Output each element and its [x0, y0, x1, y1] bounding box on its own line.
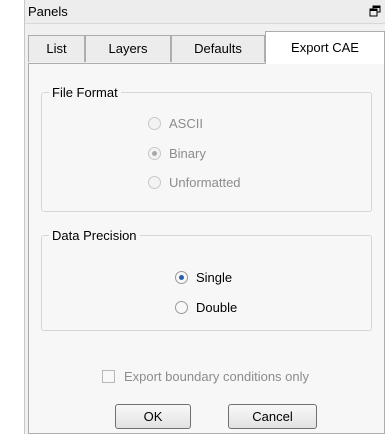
- file-format-group: File Format ASCII Binary Unformatted: [41, 85, 372, 212]
- export-boundary-checkbox-row[interactable]: Export boundary conditions only: [102, 367, 309, 385]
- radio-single-indicator[interactable]: [175, 270, 188, 284]
- tab-layers[interactable]: Layers: [85, 35, 171, 62]
- panels-window: Panels List Layers Defaults Export CAE F…: [24, 0, 385, 434]
- restore-window-icon[interactable]: [369, 5, 381, 17]
- radio-double-label: Double: [196, 299, 238, 315]
- data-precision-group: Data Precision Single Double: [41, 228, 372, 331]
- radio-double-indicator[interactable]: [175, 300, 188, 314]
- data-precision-legend: Data Precision: [52, 228, 137, 243]
- radio-ascii-indicator[interactable]: [148, 116, 161, 130]
- radio-single[interactable]: Single: [175, 268, 232, 286]
- cancel-button[interactable]: Cancel: [228, 404, 317, 429]
- radio-binary[interactable]: Binary: [148, 144, 206, 162]
- radio-unformatted-indicator[interactable]: [148, 175, 161, 189]
- export-boundary-checkbox[interactable]: [102, 369, 115, 383]
- tab-defaults[interactable]: Defaults: [171, 35, 265, 62]
- radio-binary-label: Binary: [169, 145, 206, 161]
- radio-double[interactable]: Double: [175, 298, 237, 316]
- radio-ascii-label: ASCII: [169, 115, 203, 131]
- tab-bar: List Layers Defaults Export CAE: [28, 31, 385, 64]
- radio-single-label: Single: [196, 269, 233, 285]
- radio-ascii[interactable]: ASCII: [148, 114, 203, 132]
- file-format-legend: File Format: [52, 85, 118, 100]
- export-cae-page: File Format ASCII Binary Unformatted Dat…: [28, 63, 385, 434]
- left-margin-strip: [0, 0, 24, 434]
- radio-unformatted[interactable]: Unformatted: [148, 173, 241, 191]
- radio-binary-indicator[interactable]: [148, 146, 161, 160]
- tab-export-cae[interactable]: Export CAE: [265, 31, 385, 64]
- ok-button[interactable]: OK: [115, 404, 191, 429]
- panel-titlebar: Panels: [25, 0, 385, 24]
- panel-title: Panels: [28, 4, 68, 19]
- tab-list[interactable]: List: [28, 35, 85, 62]
- radio-unformatted-label: Unformatted: [169, 174, 241, 190]
- export-boundary-label: Export boundary conditions only: [124, 368, 310, 384]
